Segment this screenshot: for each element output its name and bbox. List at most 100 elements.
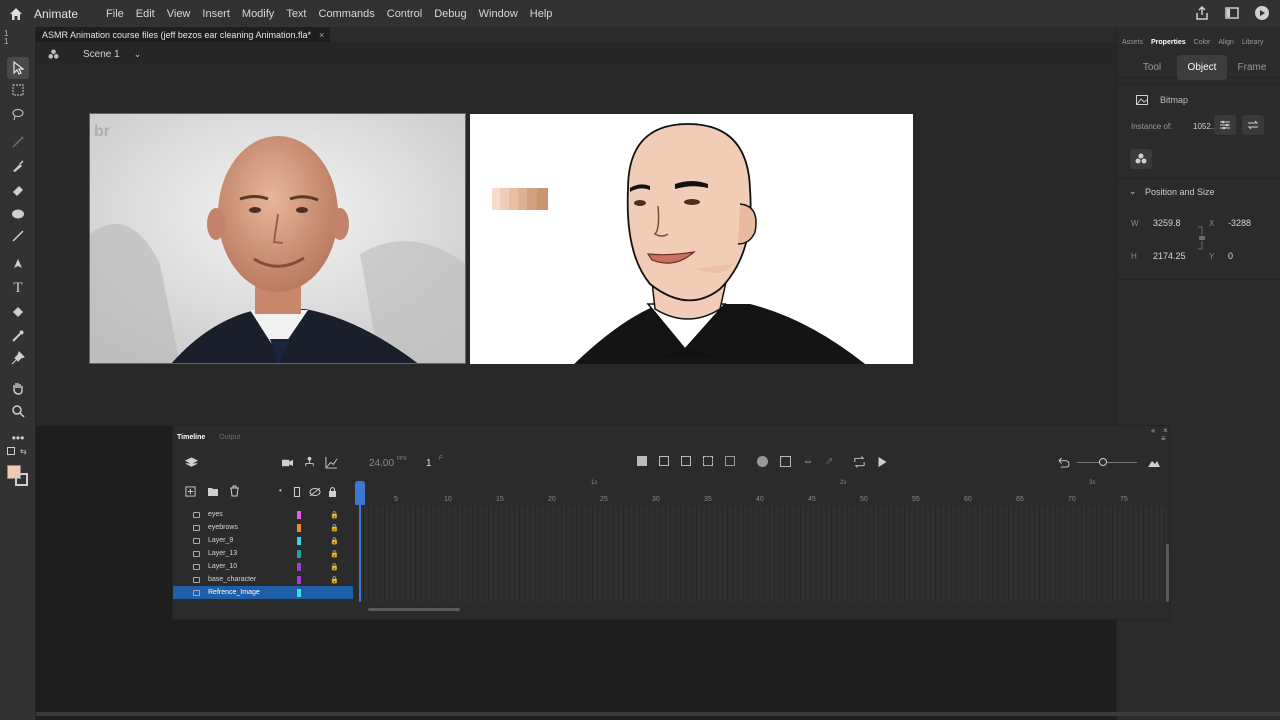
layer-name[interactable]: eyes bbox=[208, 511, 223, 518]
lock-aspect-icon[interactable] bbox=[1197, 223, 1207, 253]
x-field[interactable]: -3288 bbox=[1228, 218, 1251, 228]
undo-zoom-icon[interactable] bbox=[1057, 457, 1070, 468]
y-field[interactable]: 0 bbox=[1228, 251, 1233, 261]
current-frame-field[interactable]: 1 bbox=[426, 458, 432, 469]
line-tool-icon[interactable] bbox=[9, 227, 27, 245]
timeline-zoom-slider[interactable] bbox=[1077, 462, 1137, 463]
convert-symbol-button[interactable] bbox=[1130, 149, 1152, 169]
layer-color-swatch[interactable] bbox=[297, 575, 301, 584]
layer-color-swatch[interactable] bbox=[297, 549, 301, 558]
segment-tool[interactable]: Tool bbox=[1127, 55, 1177, 80]
tab-library[interactable]: Library bbox=[1242, 39, 1263, 46]
onion-skin-icon[interactable] bbox=[757, 456, 768, 467]
document-tab[interactable]: ASMR Animation course files (jeff bezos … bbox=[36, 27, 331, 42]
layer-name[interactable]: Refrence_Image bbox=[208, 589, 260, 596]
trash-icon[interactable] bbox=[229, 485, 240, 497]
menu-view[interactable]: View bbox=[161, 8, 197, 20]
height-field[interactable]: 2174.25 bbox=[1153, 251, 1186, 261]
create-tween-icon[interactable] bbox=[703, 456, 713, 466]
segment-frame[interactable]: Frame bbox=[1227, 55, 1277, 80]
fit-view-icon[interactable] bbox=[1147, 457, 1161, 468]
layer-name[interactable]: Layer_9 bbox=[208, 537, 233, 544]
layer-color-swatch[interactable] bbox=[297, 536, 301, 545]
panel-menu-icon[interactable]: ≡ bbox=[1161, 434, 1166, 443]
menu-insert[interactable]: Insert bbox=[196, 8, 236, 20]
layer-row[interactable]: eyes 🔒 bbox=[173, 508, 353, 521]
classic-tween-icon[interactable] bbox=[725, 456, 735, 466]
layer-name[interactable]: eyebrows bbox=[208, 524, 238, 531]
layer-row-selected[interactable]: Refrence_Image bbox=[173, 586, 353, 599]
layer-color-swatch[interactable] bbox=[297, 510, 301, 519]
close-tab-icon[interactable]: × bbox=[319, 30, 324, 40]
loop-icon[interactable]: ⇔ bbox=[803, 456, 813, 467]
tab-output[interactable]: Output bbox=[219, 434, 240, 441]
layers-icon[interactable] bbox=[185, 456, 198, 469]
lock-icon[interactable]: 🔒 bbox=[330, 524, 339, 532]
insert-blank-keyframe-icon[interactable] bbox=[659, 456, 669, 466]
stroke-color-icon[interactable] bbox=[7, 447, 15, 455]
layer-name[interactable]: base_character bbox=[208, 576, 256, 583]
layer-row[interactable]: base_character 🔒 bbox=[173, 573, 353, 586]
edit-multiple-frames-icon[interactable] bbox=[780, 456, 791, 467]
layer-row[interactable]: eyebrows 🔒 bbox=[173, 521, 353, 534]
new-layer-icon[interactable] bbox=[185, 486, 196, 497]
camera-icon[interactable] bbox=[281, 457, 294, 468]
lock-icon[interactable]: 🔒 bbox=[330, 511, 339, 519]
menu-commands[interactable]: Commands bbox=[313, 8, 381, 20]
menu-modify[interactable]: Modify bbox=[236, 8, 280, 20]
paint-bucket-tool-icon[interactable] bbox=[9, 303, 27, 321]
tab-color[interactable]: Color bbox=[1194, 39, 1211, 46]
tab-align[interactable]: Align bbox=[1218, 39, 1234, 46]
menu-help[interactable]: Help bbox=[524, 8, 559, 20]
menu-debug[interactable]: Debug bbox=[428, 8, 472, 20]
frame-grid[interactable] bbox=[359, 506, 1167, 602]
oval-tool-icon[interactable] bbox=[9, 205, 27, 223]
hand-tool-icon[interactable] bbox=[9, 379, 27, 397]
highlight-layers-icon[interactable]: • bbox=[279, 486, 282, 495]
zoom-tool-icon[interactable] bbox=[9, 402, 27, 420]
brush-tool-icon[interactable] bbox=[9, 157, 27, 175]
insert-frame-icon[interactable] bbox=[681, 456, 691, 466]
bottom-scrollbar[interactable] bbox=[36, 712, 1280, 716]
menu-window[interactable]: Window bbox=[473, 8, 524, 20]
visibility-icon[interactable] bbox=[309, 487, 321, 497]
free-transform-tool-icon[interactable] bbox=[9, 81, 27, 99]
link-icon[interactable]: ⇗ bbox=[825, 456, 833, 467]
stroke-color-swatch[interactable] bbox=[15, 473, 28, 486]
bone-tool-icon[interactable] bbox=[9, 133, 27, 151]
layer-name[interactable]: Layer_13 bbox=[208, 550, 237, 557]
more-tools-icon[interactable]: ••• bbox=[9, 429, 27, 447]
lock-icon[interactable]: 🔒 bbox=[330, 576, 339, 584]
swap-bitmap-button[interactable] bbox=[1242, 115, 1264, 135]
eraser-tool-icon[interactable] bbox=[9, 181, 27, 199]
pen-tool-icon[interactable] bbox=[9, 255, 27, 273]
reference-photo[interactable]: br bbox=[89, 113, 466, 364]
lock-icon[interactable]: 🔒 bbox=[330, 537, 339, 545]
pin-tool-icon[interactable] bbox=[9, 349, 27, 367]
menu-text[interactable]: Text bbox=[280, 8, 312, 20]
play-icon[interactable] bbox=[877, 456, 888, 468]
outline-layers-icon[interactable] bbox=[294, 487, 300, 497]
timeline-vertical-scrollbar[interactable] bbox=[1166, 544, 1169, 602]
layer-row[interactable]: Layer_9 🔒 bbox=[173, 534, 353, 547]
layer-color-swatch[interactable] bbox=[297, 562, 301, 571]
test-movie-icon[interactable] bbox=[1254, 5, 1270, 21]
lock-icon[interactable]: 🔒 bbox=[330, 563, 339, 571]
segment-object[interactable]: Object bbox=[1177, 55, 1227, 80]
lock-all-icon[interactable] bbox=[328, 486, 337, 497]
menu-control[interactable]: Control bbox=[381, 8, 428, 20]
new-folder-icon[interactable] bbox=[207, 486, 219, 497]
zoom-slider-handle[interactable] bbox=[1099, 458, 1107, 466]
text-tool-icon[interactable]: T bbox=[9, 279, 27, 297]
selection-tool-icon[interactable] bbox=[7, 57, 29, 79]
chevron-down-icon[interactable]: ⌄ bbox=[1129, 186, 1137, 197]
layer-parenting-icon[interactable] bbox=[303, 456, 316, 469]
playhead[interactable] bbox=[355, 481, 365, 505]
tab-assets[interactable]: Assets bbox=[1122, 39, 1143, 46]
tab-timeline[interactable]: Timeline bbox=[177, 434, 205, 441]
graph-icon[interactable] bbox=[325, 456, 338, 469]
timeline-scrollbar[interactable] bbox=[368, 608, 460, 611]
home-icon[interactable] bbox=[4, 2, 28, 26]
collapse-panel-icon[interactable]: « bbox=[1151, 426, 1155, 435]
lasso-tool-icon[interactable] bbox=[9, 105, 27, 123]
